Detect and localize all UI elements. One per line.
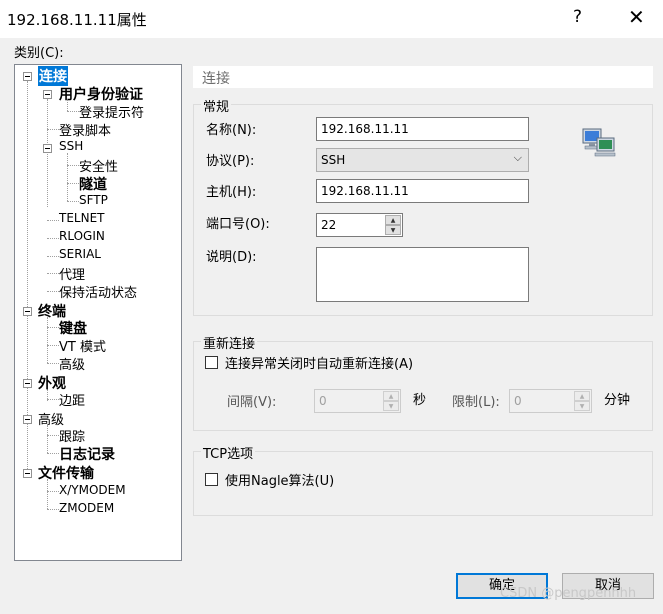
- tree-item-keepalive[interactable]: 保持活动状态: [59, 282, 137, 301]
- spin-up-icon[interactable]: ▲: [383, 391, 399, 401]
- tree-item-auth[interactable]: 用户身份验证: [59, 84, 143, 104]
- nagle-checkbox[interactable]: [205, 473, 218, 486]
- description-textarea[interactable]: [316, 247, 529, 302]
- interval-value: 0: [319, 394, 327, 408]
- help-button[interactable]: ?: [573, 7, 582, 27]
- protocol-value: SSH: [321, 153, 346, 167]
- close-button[interactable]: ✕: [628, 5, 645, 29]
- name-input[interactable]: 192.168.11.11: [316, 117, 529, 141]
- panel-title: 连接: [202, 71, 230, 87]
- spin-up-icon[interactable]: ▲: [574, 391, 590, 401]
- interval-label: 间隔(V):: [227, 395, 277, 410]
- tree-item-login-prompt[interactable]: 登录提示符: [79, 102, 144, 121]
- protocol-select[interactable]: SSH ⌵: [316, 148, 529, 172]
- panel-header: 连接: [193, 66, 653, 88]
- auto-reconnect-label: 连接异常关闭时自动重新连接(A): [225, 357, 414, 372]
- port-spinner[interactable]: ▲ ▼: [385, 215, 401, 235]
- collapse-appearance-icon[interactable]: [23, 379, 32, 388]
- tree-item-keyboard[interactable]: 键盘: [59, 318, 87, 338]
- interval-spinner[interactable]: ▲ ▼: [383, 391, 399, 411]
- category-label: 类别(C):: [14, 46, 64, 61]
- tree-item-xymodem[interactable]: X/YMODEM: [59, 483, 126, 497]
- window-title: 192.168.11.11属性: [7, 11, 147, 29]
- chevron-down-icon: ⌵: [513, 151, 522, 164]
- tree-item-connection[interactable]: 连接: [38, 66, 68, 86]
- tcp-group-title: TCP选项: [201, 443, 256, 462]
- spin-down-icon[interactable]: ▼: [383, 401, 399, 411]
- interval-input[interactable]: 0 ▲ ▼: [314, 389, 401, 413]
- reconnect-group-title: 重新连接: [201, 333, 258, 352]
- host-input[interactable]: 192.168.11.11: [316, 179, 529, 203]
- description-label: 说明(D):: [206, 250, 257, 265]
- tree-item-security[interactable]: 安全性: [79, 156, 118, 175]
- port-value: 22: [321, 218, 337, 232]
- tree-item-serial[interactable]: SERIAL: [59, 247, 101, 261]
- tree-item-telnet[interactable]: TELNET: [59, 211, 105, 225]
- tree-item-rlogin[interactable]: RLOGIN: [59, 229, 105, 243]
- tree-item-trace[interactable]: 跟踪: [59, 426, 85, 445]
- tree-item-proxy[interactable]: 代理: [59, 264, 85, 283]
- collapse-ssh-icon[interactable]: [43, 144, 52, 153]
- limit-spinner[interactable]: ▲ ▼: [574, 391, 590, 411]
- tree-item-log[interactable]: 日志记录: [59, 444, 115, 464]
- tree-item-vt-mode[interactable]: VT 模式: [59, 336, 106, 355]
- tree-item-ssh[interactable]: SSH: [59, 139, 83, 153]
- tree-item-margin[interactable]: 边距: [59, 390, 85, 409]
- tree-item-login-script[interactable]: 登录脚本: [59, 120, 111, 139]
- nagle-label: 使用Nagle算法(U): [225, 474, 335, 489]
- tree-item-file-transfer[interactable]: 文件传输: [38, 463, 94, 483]
- tree-item-advanced[interactable]: 高级: [59, 354, 85, 373]
- spin-down-icon[interactable]: ▼: [574, 401, 590, 411]
- tree-item-sftp[interactable]: SFTP: [79, 193, 108, 207]
- watermark: CSDN @pengpenhhh: [500, 586, 637, 601]
- host-label: 主机(H):: [206, 185, 257, 200]
- general-group-title: 常规: [201, 96, 232, 115]
- tree-item-tunnel[interactable]: 隧道: [79, 174, 107, 194]
- collapse-connection-icon[interactable]: [23, 72, 32, 81]
- spin-down-icon[interactable]: ▼: [385, 225, 401, 235]
- network-computer-icon: [582, 128, 616, 157]
- name-label: 名称(N):: [206, 123, 257, 138]
- limit-value: 0: [514, 394, 522, 408]
- protocol-label: 协议(P):: [206, 154, 255, 169]
- minutes-label: 分钟: [604, 393, 631, 408]
- limit-label: 限制(L):: [452, 395, 500, 410]
- limit-input[interactable]: 0 ▲ ▼: [509, 389, 592, 413]
- collapse-terminal-icon[interactable]: [23, 307, 32, 316]
- collapse-file-transfer-icon[interactable]: [23, 469, 32, 478]
- tree-item-zmodem[interactable]: ZMODEM: [59, 501, 114, 515]
- port-label: 端口号(O):: [206, 217, 270, 232]
- collapse-advanced-icon[interactable]: [23, 415, 32, 424]
- collapse-auth-icon[interactable]: [43, 90, 52, 99]
- category-tree[interactable]: 连接 用户身份验证 登录提示符 登录脚本 SSH 安全性 隧道 SFTP TEL…: [14, 64, 182, 561]
- port-input[interactable]: 22 ▲ ▼: [316, 213, 403, 237]
- seconds-label: 秒: [413, 393, 427, 408]
- auto-reconnect-checkbox[interactable]: [205, 356, 218, 369]
- spin-up-icon[interactable]: ▲: [385, 215, 401, 225]
